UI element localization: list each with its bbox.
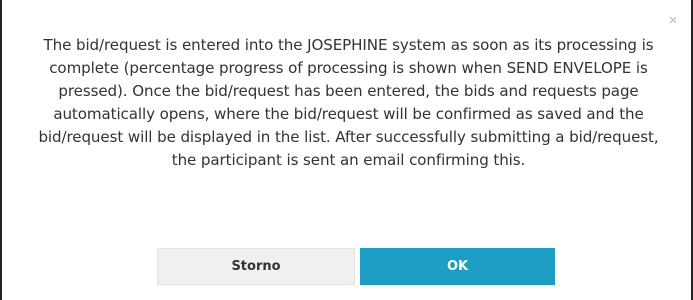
confirmation-dialog: The bid/request is entered into the JOSE… bbox=[0, 0, 693, 300]
storno-button[interactable]: Storno bbox=[157, 248, 355, 285]
dialog-message: The bid/request is entered into the JOSE… bbox=[38, 36, 659, 169]
ok-button[interactable]: OK bbox=[360, 248, 555, 285]
close-icon[interactable] bbox=[667, 14, 679, 26]
